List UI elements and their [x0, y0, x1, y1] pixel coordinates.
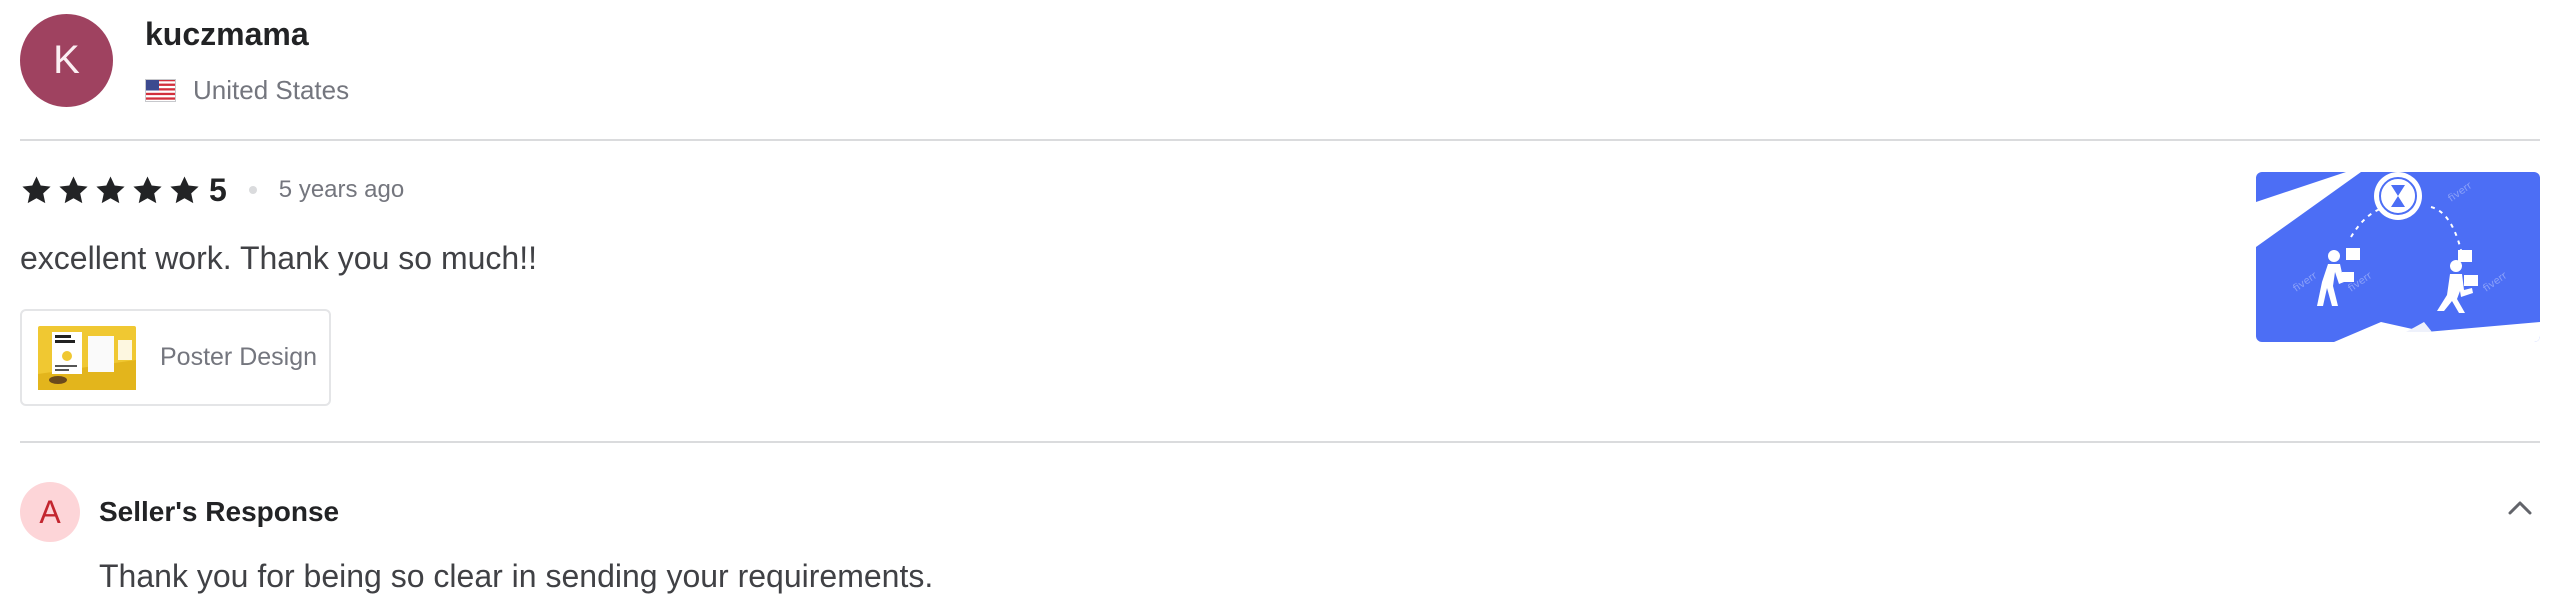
chevron-up-icon: [2508, 501, 2532, 515]
seller-initial: A: [39, 493, 61, 530]
country-name: United States: [193, 74, 350, 105]
seller-response-title: Seller's Response: [99, 496, 340, 527]
collapse-response-button[interactable]: [2502, 490, 2538, 526]
star-icon: [96, 175, 125, 203]
poster-design-thumbnail: [38, 325, 136, 390]
star-icon: [133, 175, 162, 203]
reviewer-country: United States: [145, 74, 350, 105]
star-icon: [170, 175, 199, 203]
us-flag-icon: [145, 78, 176, 102]
rating-row: 5 5 years ago: [20, 172, 404, 208]
review-time: 5 years ago: [278, 176, 405, 203]
separator-dot: [248, 186, 257, 194]
divider: [20, 139, 2540, 141]
review-item: K kuczmama United States 5 5 years ago e…: [0, 0, 2560, 615]
gig-title: Poster Design: [160, 343, 318, 371]
seller-avatar: A: [20, 482, 80, 542]
star-rating: [20, 174, 205, 207]
star-icon: [59, 175, 88, 203]
rating-value: 5: [209, 171, 227, 208]
review-text: excellent work. Thank you so much!!: [20, 240, 537, 276]
delivery-image[interactable]: fiverr fiverr fiverr fiverr fiverr: [2256, 172, 2540, 342]
star-icon: [22, 175, 51, 203]
seller-response-text: Thank you for being so clear in sending …: [99, 558, 934, 594]
reviewer-initial: K: [53, 38, 80, 82]
gig-card[interactable]: Poster Design: [20, 309, 331, 406]
reviewer-avatar[interactable]: K: [20, 14, 113, 107]
reviewer-username[interactable]: kuczmama: [145, 16, 309, 53]
divider: [20, 441, 2540, 443]
